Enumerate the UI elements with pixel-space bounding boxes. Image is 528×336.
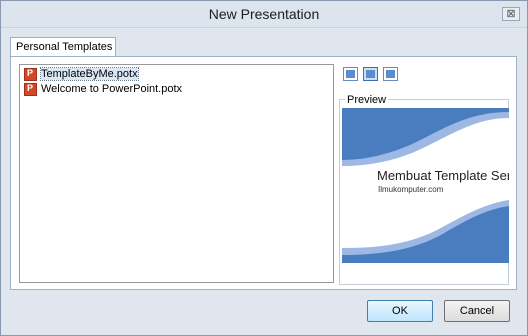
large-icons-view-button[interactable] (343, 67, 358, 81)
file-name: TemplateByMe.potx (40, 67, 139, 81)
powerpoint-icon: P (24, 68, 37, 81)
tab-label: Personal Templates (16, 41, 113, 53)
file-item[interactable]: P TemplateByMe.potx (22, 67, 139, 82)
dialog-title: New Presentation (208, 6, 320, 22)
preview-label: Preview (345, 94, 389, 106)
details-view-button[interactable] (383, 67, 398, 81)
powerpoint-icon: P (24, 83, 37, 96)
file-item[interactable]: P Welcome to PowerPoint.potx (22, 83, 182, 97)
close-button[interactable]: ⊠ (502, 7, 520, 21)
tab-personal-templates[interactable]: Personal Templates (10, 37, 116, 57)
title-bar: New Presentation ⊠ (1, 1, 527, 28)
details-icon (386, 70, 395, 78)
list-view-button[interactable] (363, 67, 378, 81)
file-name: Welcome to PowerPoint.potx (41, 83, 183, 95)
preview-slide-title: Membuat Template Ser (377, 168, 509, 183)
preview-thumbnail: Membuat Template Ser Ilmukomputer.com (342, 108, 509, 263)
preview-slide-subtitle: Ilmukomputer.com (378, 185, 444, 194)
list-icon (366, 70, 375, 78)
large-icons-icon (346, 70, 355, 78)
close-icon: ⊠ (506, 8, 516, 20)
ok-button[interactable]: OK (367, 300, 433, 322)
template-file-list[interactable]: P TemplateByMe.potx P Welcome to PowerPo… (19, 64, 334, 283)
cancel-button[interactable]: Cancel (444, 300, 510, 322)
